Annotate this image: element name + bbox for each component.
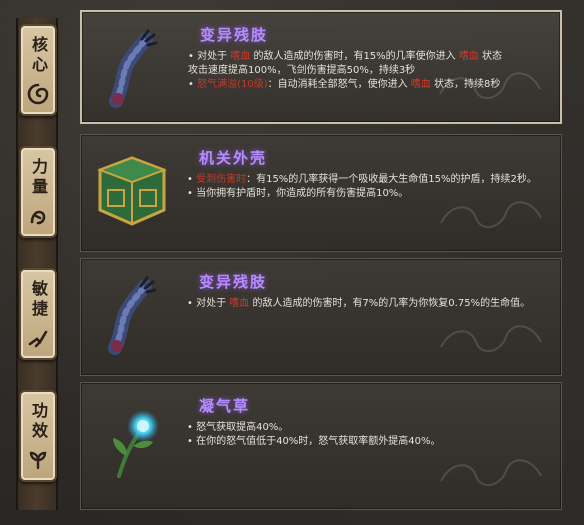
keyword-text: 受到伤害时 [196, 174, 247, 185]
item-description: • 怒气获取提高40%。 • 在你的怒气值低于40%时，怒气获取率额外提高40%… [187, 421, 539, 449]
desc-text: • 对处于 [187, 298, 230, 309]
desc-text: 状态，持续8秒 [430, 79, 501, 90]
desc-text: 攻击速度提高100%，飞剑伤害提高50%，持续3秒 [188, 65, 416, 76]
desc-text: 的敌人造成的伤害时，有7%的几率为你恢复0.75%的生命值。 [249, 298, 531, 309]
tab-strength[interactable]: 力量 [14, 146, 62, 246]
tab-plate: 敏捷 [19, 268, 57, 360]
desc-line: • 对处于 嗜血 的敌人造成的伤害时，有7%的几率为你恢复0.75%的生命值。 [187, 297, 539, 311]
desc-text: • [188, 79, 198, 90]
keyword-text: 嗜血 [410, 79, 431, 90]
desc-text: 的敌人造成的伤害时，有15%的几率使你进入 [250, 51, 459, 62]
tab-label: 功效 [29, 402, 48, 442]
tab-label: 力量 [29, 158, 48, 198]
tab-efficacy[interactable]: 功效 [14, 390, 62, 490]
item-description: • 受到伤害时：有15%的几率获得一个吸收最大生命值15%的护盾，持续2秒。 •… [187, 173, 539, 201]
dash-emblem-icon [26, 326, 50, 350]
tab-agility[interactable]: 敏捷 [14, 268, 62, 368]
desc-text: • 当你拥有护盾时，你造成的所有伤害提高10%。 [187, 188, 409, 199]
item-card[interactable]: 凝气草 • 怒气获取提高40%。 • 在你的怒气值低于40%时，怒气获取率额外提… [80, 382, 562, 510]
desc-line: • 怒气满溢(10级)：自动消耗全部怒气，使你进入 嗜血 状态，持续8秒 [188, 78, 538, 92]
desc-line: • 当你拥有护盾时，你造成的所有伤害提高10%。 [187, 187, 539, 201]
desc-line: • 在你的怒气值低于40%时，怒气获取率额外提高40%。 [187, 435, 539, 449]
item-title: 变异残肢 [199, 273, 268, 291]
item-description: • 对处于 嗜血 的敌人造成的伤害时，有7%的几率为你恢复0.75%的生命值。 [187, 297, 539, 311]
item-card[interactable]: 变异残肢 • 对处于 嗜血 的敌人造成的伤害时，有15%的几率使你进入 嗜血 状… [80, 10, 562, 124]
item-card[interactable]: 变异残肢 • 对处于 嗜血 的敌人造成的伤害时，有7%的几率为你恢复0.75%的… [80, 258, 562, 376]
desc-text: • 怒气获取提高40%。 [187, 422, 289, 433]
item-title: 机关外壳 [199, 149, 268, 167]
cloud-pattern-icon [440, 325, 542, 352]
desc-line: 攻击速度提高100%，飞剑伤害提高50%，持续3秒 [188, 64, 538, 78]
fist-emblem-icon [26, 204, 50, 228]
desc-text: ：有15%的几率获得一个吸收最大生命值15%的护盾，持续2秒。 [246, 174, 537, 185]
mutated-limb-icon [90, 26, 176, 112]
desc-line: • 怒气获取提高40%。 [187, 421, 539, 435]
item-title: 变异残肢 [200, 26, 269, 44]
desc-text: • 在你的怒气值低于40%时，怒气获取率额外提高40%。 [187, 436, 441, 447]
item-description: • 对处于 嗜血 的敌人造成的伤害时，有15%的几率使你进入 嗜血 状态 攻击速… [188, 50, 538, 92]
item-card[interactable]: 机关外壳 • 受到伤害时：有15%的几率获得一个吸收最大生命值15%的护盾，持续… [80, 134, 562, 252]
desc-text: • 对处于 [188, 51, 231, 62]
leaf-emblem-icon [26, 448, 50, 472]
tab-core[interactable]: 核心 [14, 24, 62, 124]
spiral-emblem-icon [26, 82, 50, 106]
cloud-pattern-icon [440, 459, 542, 486]
keyword-text: 嗜血 [458, 51, 479, 62]
tab-label: 核心 [29, 36, 48, 76]
glowing-herb-icon [89, 399, 175, 485]
tab-plate: 功效 [19, 390, 57, 482]
desc-line: • 对处于 嗜血 的敌人造成的伤害时，有15%的几率使你进入 嗜血 状态 [188, 50, 538, 64]
desc-text: • [187, 174, 197, 185]
tab-label: 敏捷 [29, 280, 48, 320]
keyword-text: 怒气满溢(10级) [197, 79, 268, 90]
tab-plate: 力量 [19, 146, 57, 238]
tab-plate: 核心 [19, 24, 57, 116]
mechanism-box-icon [89, 147, 175, 233]
mutated-limb-icon [89, 273, 175, 359]
desc-text: ：自动消耗全部怒气，使你进入 [267, 79, 411, 90]
desc-text: 状态 [478, 51, 503, 62]
item-title: 凝气草 [199, 397, 251, 415]
keyword-text: 嗜血 [230, 51, 251, 62]
keyword-text: 嗜血 [229, 298, 250, 309]
desc-line: • 受到伤害时：有15%的几率获得一个吸收最大生命值15%的护盾，持续2秒。 [187, 173, 539, 187]
